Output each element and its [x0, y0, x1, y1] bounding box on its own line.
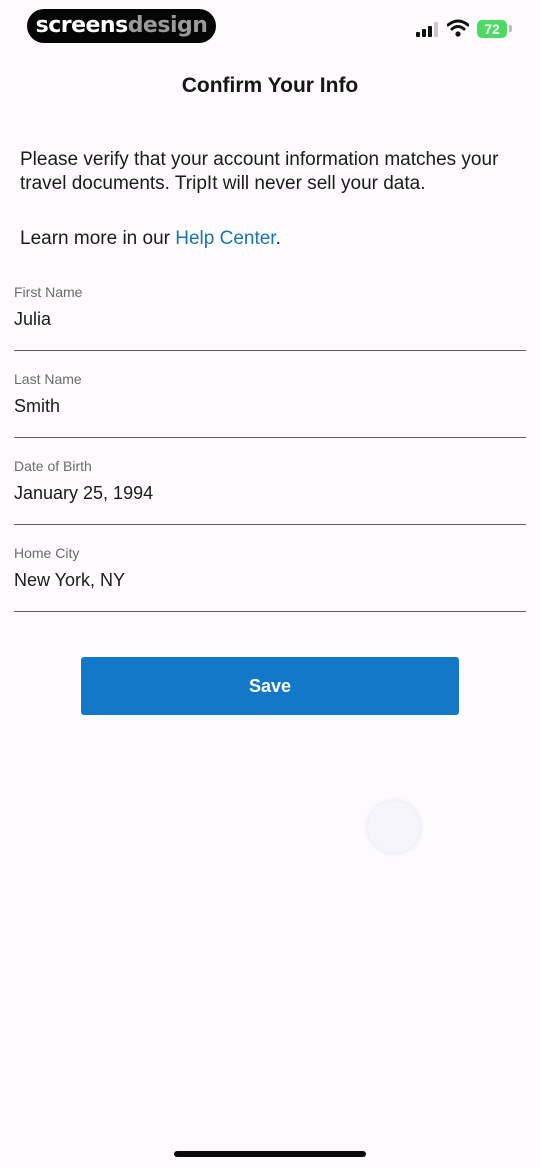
battery-tip: [509, 25, 512, 32]
page-title: Confirm Your Info: [181, 74, 359, 97]
brand-logo: screensdesign: [27, 9, 216, 43]
status-bar: screensdesign 72: [0, 0, 540, 50]
date-of-birth-field[interactable]: Date of Birth January 25, 1994: [14, 458, 526, 525]
help-center-link[interactable]: Help Center: [175, 228, 275, 249]
intro-text: Please verify that your account informat…: [20, 149, 499, 194]
touch-indicator: [368, 801, 420, 853]
save-button[interactable]: Save: [81, 657, 459, 715]
wifi-icon: [447, 19, 469, 37]
learn-more-suffix: .: [275, 228, 281, 249]
first-name-field[interactable]: First Name Julia: [14, 284, 526, 351]
battery-icon: 72: [477, 20, 507, 38]
brand-text-part1: screens: [35, 13, 129, 38]
learn-more-prefix: Learn more in our: [20, 228, 176, 249]
date-of-birth-label: Date of Birth: [14, 458, 92, 474]
last-name-input[interactable]: Smith: [14, 396, 60, 417]
home-city-label: Home City: [14, 545, 80, 561]
home-city-input[interactable]: New York, NY: [14, 570, 125, 591]
home-indicator[interactable]: [174, 1151, 366, 1157]
cellular-signal-icon: [416, 22, 440, 37]
first-name-label: First Name: [14, 284, 83, 300]
first-name-input[interactable]: Julia: [14, 309, 51, 330]
learn-more-text: Learn more in our Help Center.: [20, 227, 281, 251]
date-of-birth-input[interactable]: January 25, 1994: [14, 483, 153, 504]
brand-text-part2: design: [127, 13, 208, 38]
last-name-field[interactable]: Last Name Smith: [14, 371, 526, 438]
last-name-label: Last Name: [14, 371, 82, 387]
home-city-field[interactable]: Home City New York, NY: [14, 545, 526, 612]
